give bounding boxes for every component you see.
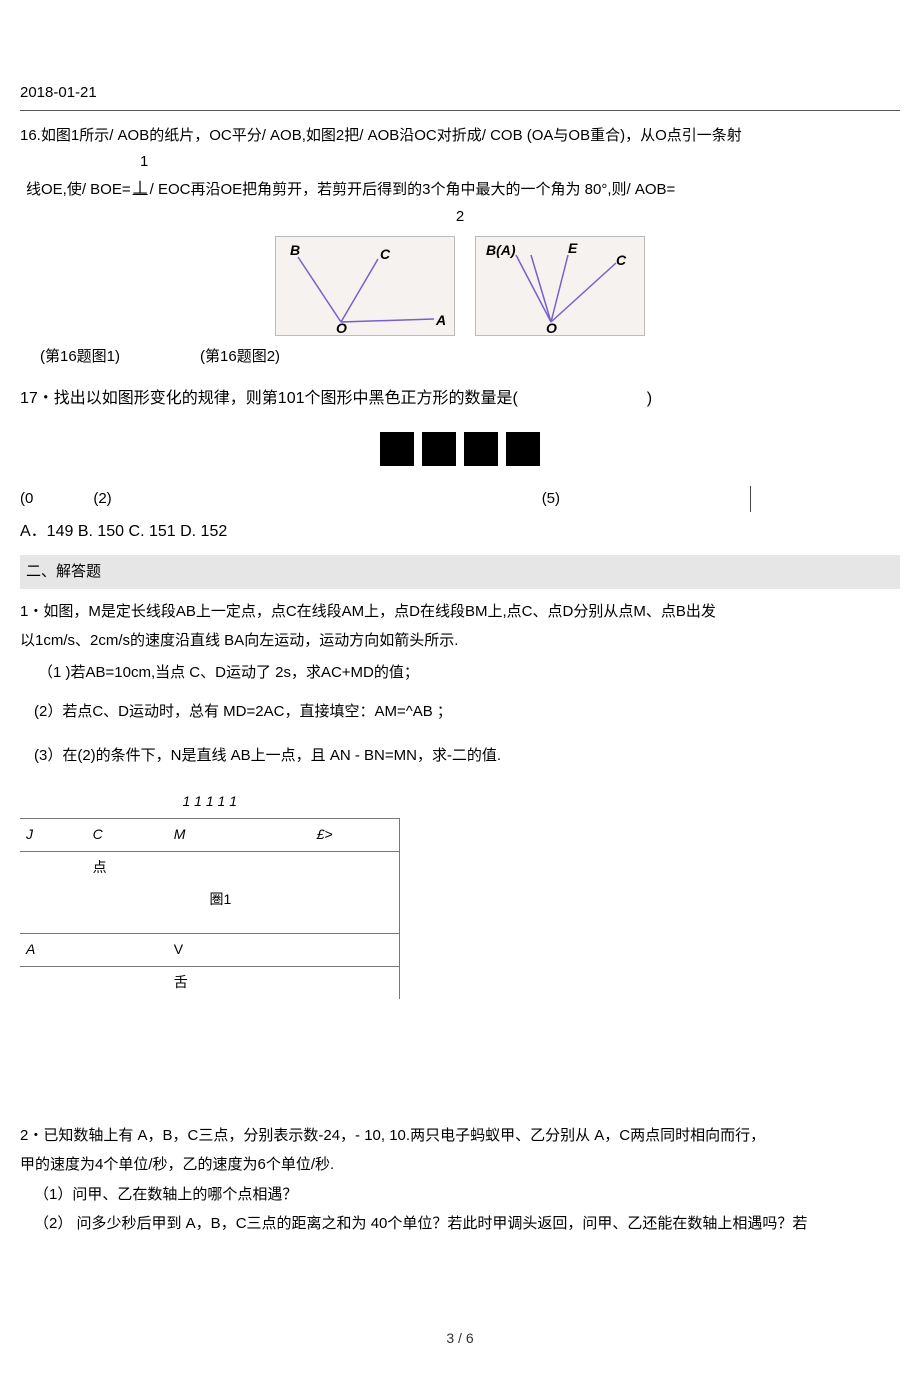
- q16-figure2: B(A) E C O: [475, 236, 645, 336]
- q16-frac-top: 1: [140, 154, 148, 171]
- q17-close-paren: ): [647, 390, 652, 407]
- vertical-divider: [750, 486, 751, 512]
- p1-sub2: (2）若点C、D运动时，总有 MD=2AC，直接填空：AM=^AB ；: [34, 699, 900, 725]
- q17-num-5: (5): [542, 486, 560, 512]
- q17-choices: A．149 B. 150 C. 151 D. 152: [20, 518, 900, 545]
- q17-num-2: (2): [93, 486, 111, 512]
- p1-table: 1 1 1 1 1 J C M £> 点 圏1 A V 舌: [20, 786, 400, 998]
- q16-line2b: / EOC再沿OE把角剪开，若剪开后得到的3个角中最大的一个角为 80°,则/ …: [150, 177, 676, 203]
- p2-sub1: （1）问甲、乙在数轴上的哪个点相遇？: [34, 1182, 900, 1208]
- q16-caption1: (第16题图1): [40, 344, 120, 370]
- tbl-blank2: [87, 934, 168, 967]
- label-B: B: [290, 242, 300, 258]
- p1-sub1: （1 )若AB=10cm,当点 C、D运动了 2s，求AC+MD的值；: [38, 660, 900, 686]
- label-A: A: [435, 312, 446, 328]
- label-BA: B(A): [486, 242, 516, 258]
- p1-line1: 1・如图，M是定长线段AB上一定点，点C在线段AM上，点D在线段BM上,点C、点…: [20, 599, 900, 625]
- q17-number-row: (0 (2) (5): [20, 486, 900, 512]
- q16-line1: 16.如图1所示/ AOB的纸片，OC平分/ AOB,如图2把/ AOB沿OC对…: [20, 123, 900, 149]
- p1-sub3: (3）在(2)的条件下，N是直线 AB上一点，且 AN - BN=MN，求-二的…: [34, 743, 900, 769]
- p2-line1: 2・已知数轴上有 A，B，C三点，分别表示数-24，- 10, 10.两只电子蚂…: [20, 1123, 900, 1149]
- frac-denominator: 2: [456, 208, 464, 225]
- tbl-blank: [273, 819, 310, 852]
- label-C2: C: [616, 252, 627, 268]
- tbl-J: J: [20, 819, 87, 852]
- tbl-quan1: 圏1: [168, 884, 273, 916]
- q17-stem: 17・找出以如图形变化的规律，则第101个图形中黑色正方形的数量是(: [20, 390, 518, 407]
- tbl-blank3: [273, 934, 310, 967]
- tbl-D: £>: [311, 819, 400, 852]
- tbl-M: M: [168, 819, 273, 852]
- label-C: C: [380, 246, 391, 262]
- black-square-icon: [506, 432, 540, 466]
- p2-line2: 甲的速度为4个单位/秒，乙的速度为6个单位/秒.: [20, 1152, 900, 1178]
- q17-blocks: [20, 432, 900, 466]
- p1-line2: 以1cm/s、2cm/s的速度沿直线 BA向左运动，运动方向如箭头所示.: [20, 628, 900, 654]
- section-b-header: 二、解答题: [20, 555, 900, 589]
- black-square-icon: [380, 432, 414, 466]
- black-square-icon: [464, 432, 498, 466]
- q16-caption2: (第16题图2): [200, 344, 280, 370]
- black-square-icon: [422, 432, 456, 466]
- page-date: 2018-01-21: [20, 80, 900, 106]
- tbl-she: 舌: [168, 966, 273, 998]
- tbl-C: C: [87, 819, 168, 852]
- q16-figure1: B C O A: [275, 236, 455, 336]
- tbl-row0: 1 1 1 1 1: [20, 786, 400, 818]
- page-footer: 3 / 6: [20, 1327, 900, 1351]
- q16-line2a: 线OE,使/ BOE=: [26, 177, 131, 203]
- p2-sub2: （2） 问多少秒后甲到 A，B，C三点的距离之和为 40个单位？若此时甲调头返回…: [34, 1211, 900, 1237]
- perpendicular-icon: 丄: [133, 177, 148, 203]
- q17-text: 17・找出以如图形变化的规律，则第101个图形中黑色正方形的数量是( ): [20, 385, 900, 412]
- header-divider: [20, 110, 900, 111]
- tbl-V: V: [168, 934, 273, 967]
- q17-num-0: (0: [20, 486, 33, 512]
- frac-numerator: 1: [140, 154, 148, 171]
- label-E: E: [568, 240, 578, 256]
- tbl-A: A: [20, 934, 87, 967]
- tbl-dian: 点: [87, 851, 168, 883]
